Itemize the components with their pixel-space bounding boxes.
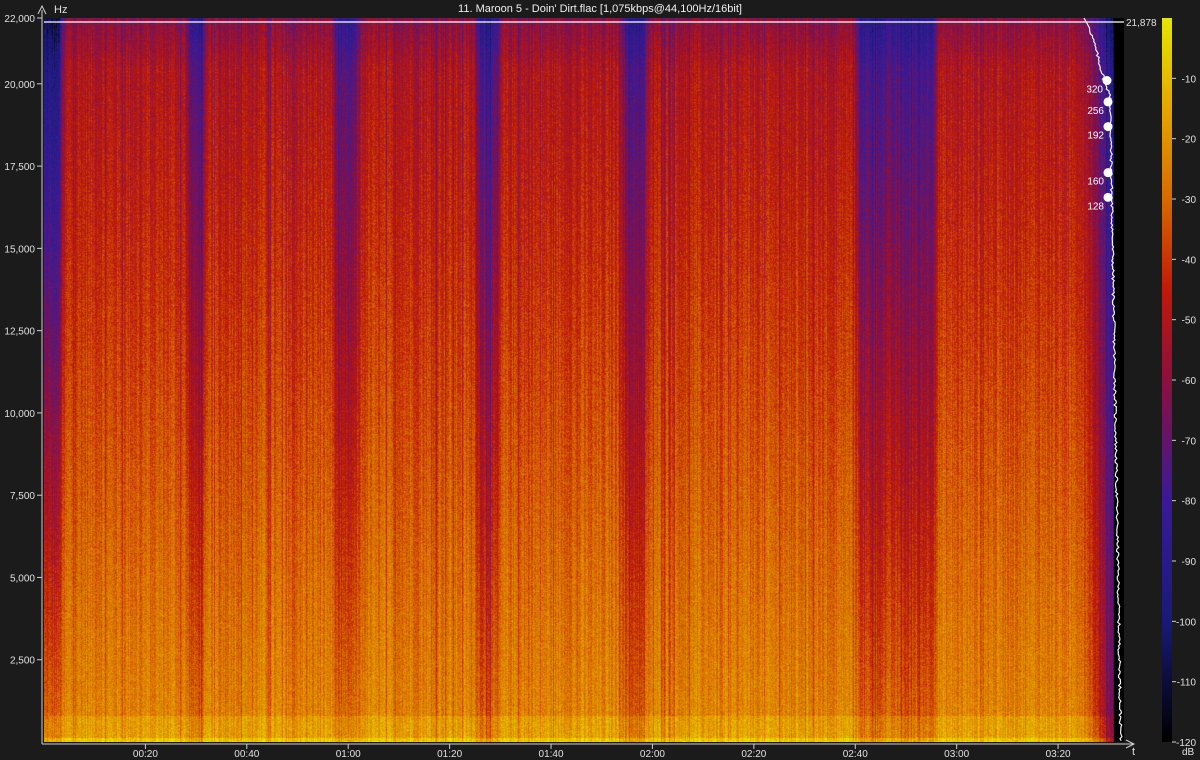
bitrate-marker-dot: [1102, 76, 1112, 86]
colorbar-tick-label: -20: [1182, 135, 1197, 146]
bitrate-marker-dot: [1103, 192, 1113, 202]
colorbar-tick-label: -90: [1182, 557, 1197, 568]
bitrate-marker-label: 192: [1087, 131, 1104, 142]
x-tick-label: 01:20: [437, 749, 462, 760]
bitrate-marker-label: 160: [1087, 177, 1104, 188]
x-tick-label: 02:20: [741, 749, 766, 760]
y-tick-label: 5,000: [10, 573, 35, 584]
colorbar-tick-label: -30: [1182, 195, 1197, 206]
x-tick-label: 02:40: [843, 749, 868, 760]
bitrate-marker-label: 320: [1086, 85, 1103, 96]
bitrate-marker-dot: [1103, 122, 1113, 132]
y-tick-label: 7,500: [10, 491, 35, 502]
cutoff-label: 21,878: [1126, 18, 1157, 29]
x-tick-label: 01:40: [539, 749, 564, 760]
x-tick-label: 03:20: [1046, 749, 1071, 760]
x-tick-label: 02:00: [640, 749, 665, 760]
colorbar-tick-label: -110: [1177, 678, 1197, 689]
colorbar-tick-label: -50: [1182, 316, 1197, 327]
bitrate-marker-label: 128: [1087, 201, 1104, 212]
x-tick-label: 01:00: [336, 749, 361, 760]
colorbar-tick-label: -120: [1176, 738, 1196, 749]
y-tick-label: 22,000: [4, 14, 35, 25]
y-tick-label: 20,000: [4, 80, 35, 91]
colorbar-tick-label: -100: [1176, 617, 1196, 628]
y-tick-label: 15,000: [4, 244, 35, 255]
bitrate-marker-dot: [1103, 97, 1113, 107]
y-tick-label: 10,000: [4, 409, 35, 420]
axes-overlay: 2,500 5,000 7,500 10,000 12,500 15,000 17,500 2…: [4, 4, 1197, 760]
spectrum-profile-line: [1083, 17, 1123, 742]
colorbar-tick-label: -40: [1182, 255, 1197, 266]
y-tick-label: 17,500: [4, 162, 35, 173]
colorbar-tick-label: -80: [1182, 497, 1197, 508]
colorbar-tick-label: -70: [1182, 436, 1197, 447]
y-tick-label: 12,500: [4, 327, 35, 338]
bitrate-marker-label: 256: [1087, 106, 1104, 117]
x-tick-label: 00:40: [234, 749, 259, 760]
colorbar-tick-label: -10: [1182, 74, 1197, 85]
x-tick-label: 00:20: [133, 749, 158, 760]
spectrogram-view: 11. Maroon 5 - Doin' Dirt.flac [1,075kbp…: [0, 0, 1200, 760]
colorbar-tick-label: -60: [1182, 376, 1197, 387]
bitrate-marker-dot: [1103, 168, 1113, 178]
x-tick-label: 03:00: [944, 749, 969, 760]
y-tick-label: 2,500: [10, 656, 35, 667]
